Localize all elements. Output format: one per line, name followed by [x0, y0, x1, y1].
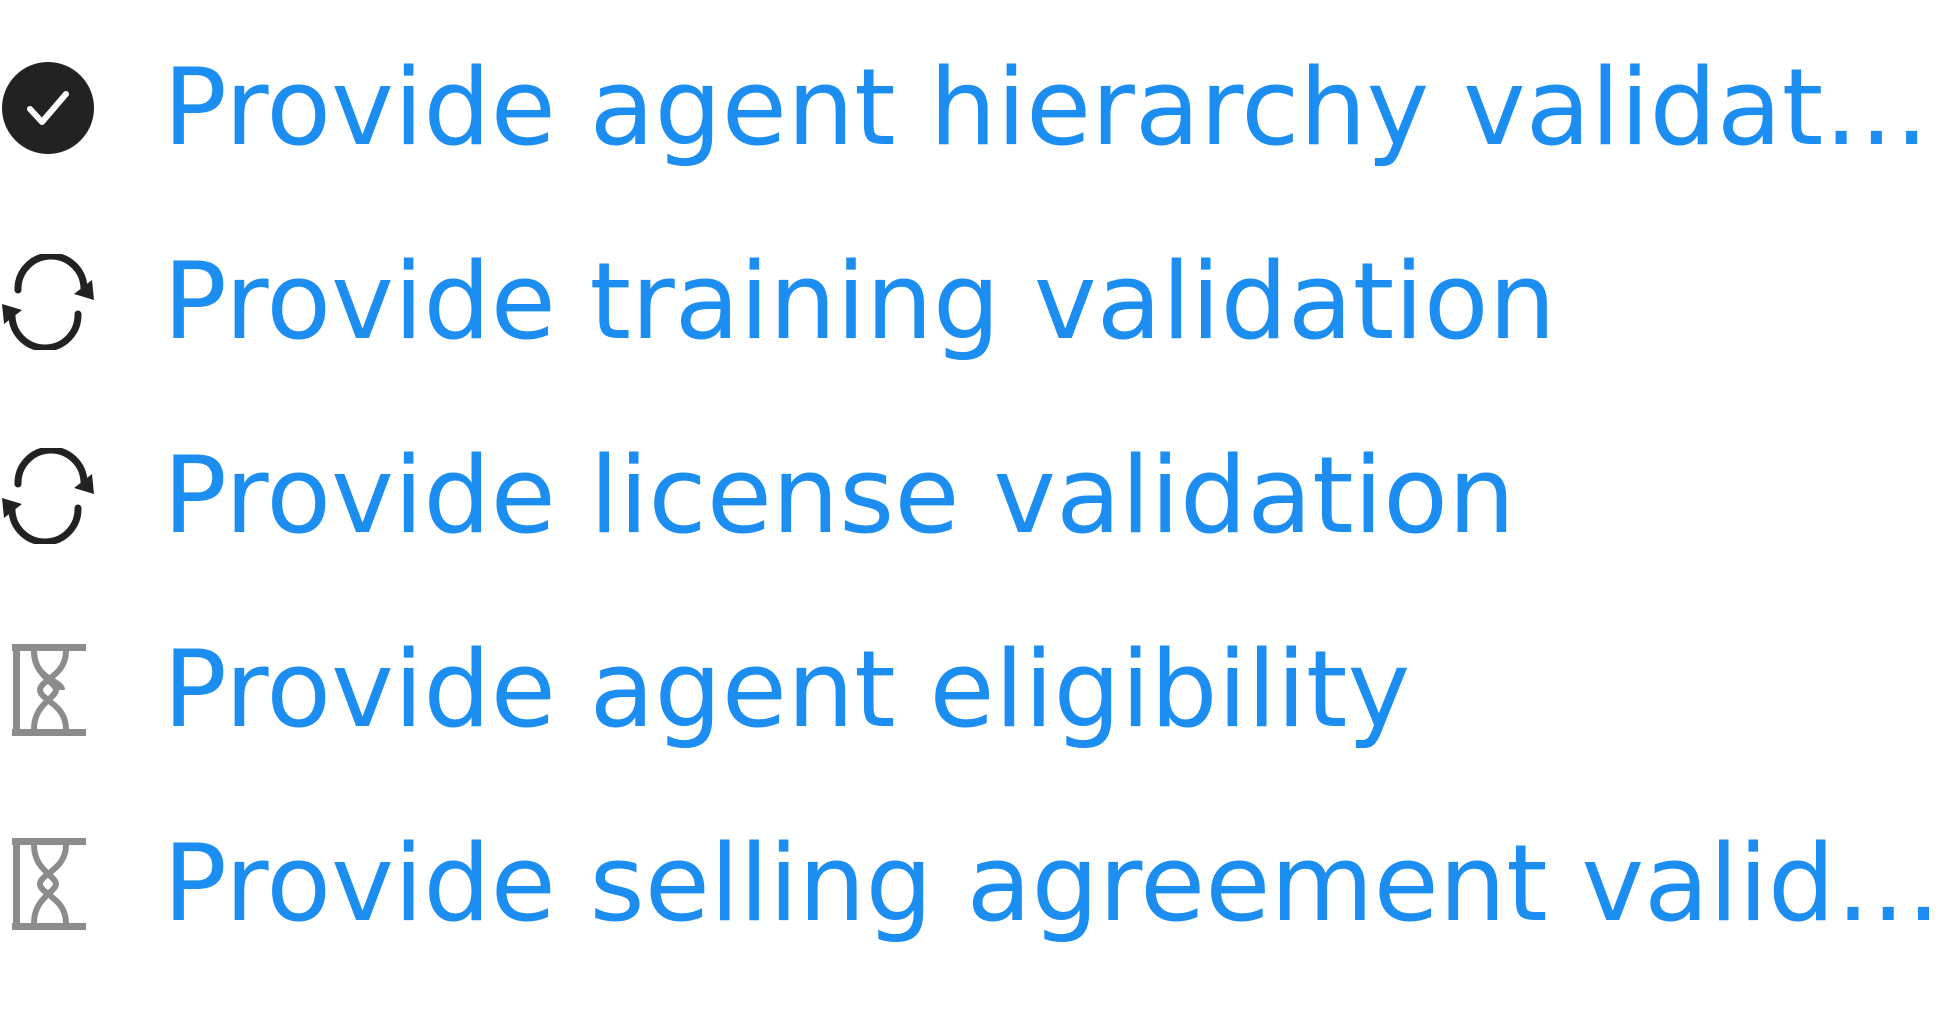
task-link[interactable]: Provide agent eligibility [163, 615, 1410, 765]
task-item-training-validation[interactable]: Provide training validation [0, 227, 1957, 377]
refresh-icon [0, 254, 96, 350]
refresh-icon [0, 448, 96, 544]
hourglass-icon [0, 836, 96, 932]
task-link[interactable]: Provide agent hierarchy validation [163, 33, 1943, 183]
task-list: Provide agent hierarchy validation Provi… [0, 0, 1957, 1021]
check-circle-icon [0, 60, 96, 156]
task-link[interactable]: Provide training validation [163, 227, 1556, 377]
task-item-license-validation[interactable]: Provide license validation [0, 421, 1957, 571]
task-item-agent-hierarchy-validation[interactable]: Provide agent hierarchy validation [0, 33, 1957, 183]
task-link[interactable]: Provide license validation [163, 421, 1515, 571]
task-item-selling-agreement-validation[interactable]: Provide selling agreement valida… [0, 809, 1957, 959]
task-link[interactable]: Provide selling agreement valida… [163, 809, 1943, 959]
task-item-agent-eligibility[interactable]: Provide agent eligibility [0, 615, 1957, 765]
hourglass-icon [0, 642, 96, 738]
